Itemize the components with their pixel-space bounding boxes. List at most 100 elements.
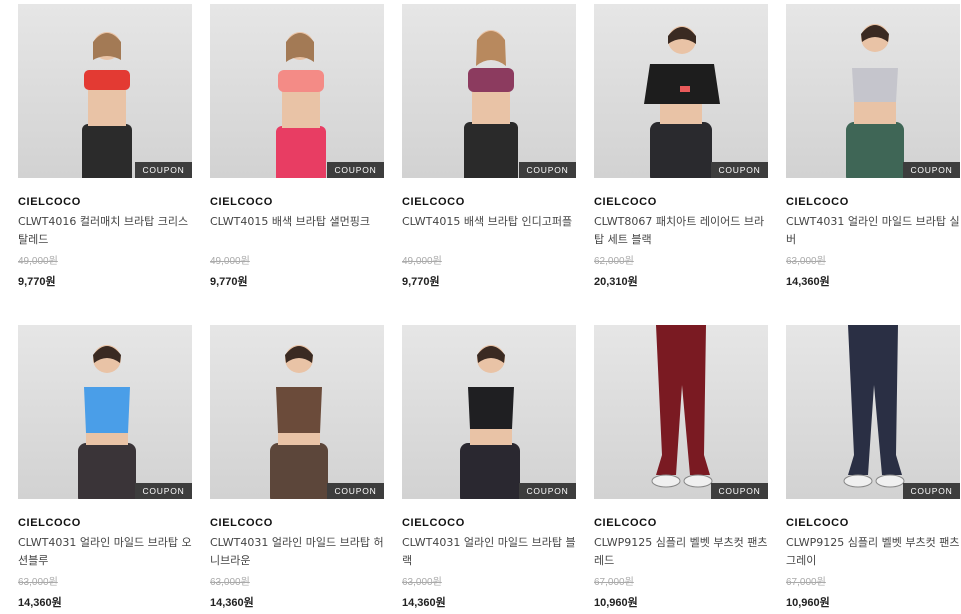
garment-top <box>468 68 514 92</box>
original-price: 63,000원 <box>402 577 442 588</box>
original-price: 49,000원 <box>18 256 58 267</box>
garment-bottom <box>464 122 518 178</box>
product-brand: CIELCOCO <box>210 196 273 208</box>
sale-price: 14,360원 <box>402 597 446 609</box>
garment-top <box>278 70 324 92</box>
original-price: 49,000원 <box>402 256 442 267</box>
torso <box>88 86 126 126</box>
product-brand: CIELCOCO <box>594 517 657 529</box>
coupon-badge: COUPON <box>135 483 192 499</box>
model-figure <box>78 345 136 499</box>
product-image[interactable]: COUPON <box>786 325 960 499</box>
sale-price: 9,770원 <box>210 276 248 288</box>
product-card[interactable]: COUPON CIELCOCO CLWT4031 얼라인 마일드 브라탑 실버 … <box>786 4 960 289</box>
sale-price: 9,770원 <box>18 276 56 288</box>
product-image[interactable]: COUPON <box>18 325 192 499</box>
garment-bottom <box>650 122 712 178</box>
model-figure <box>644 26 720 178</box>
sale-price: 14,360원 <box>18 597 62 609</box>
model-figure <box>460 345 520 499</box>
original-price: 67,000원 <box>594 577 634 588</box>
torso <box>660 104 702 124</box>
product-card[interactable]: COUPON CIELCOCO CLWP9125 심플리 벨벳 부츠컷 팬츠 그… <box>786 325 960 610</box>
sale-price: 10,960원 <box>594 597 638 609</box>
product-card[interactable]: COUPON CIELCOCO CLWT4015 배색 브라탑 샐먼핑크 49,… <box>210 4 384 289</box>
product-card[interactable]: COUPON CIELCOCO CLWT4031 얼라인 마일드 브라탑 허니브… <box>210 325 384 610</box>
garment-bottom <box>78 443 136 499</box>
product-card[interactable]: COUPON CIELCOCO CLWT4015 배색 브라탑 인디고퍼플 49… <box>402 4 576 289</box>
sale-price: 9,770원 <box>402 276 440 288</box>
product-image[interactable]: COUPON <box>402 325 576 499</box>
logo-patch <box>680 86 690 92</box>
product-image[interactable]: COUPON <box>786 4 960 178</box>
product-card[interactable]: COUPON CIELCOCO CLWT4031 얼라인 마일드 브라탑 오션블… <box>18 325 192 610</box>
product-brand: CIELCOCO <box>594 196 657 208</box>
product-brand: CIELCOCO <box>18 517 81 529</box>
product-grid: COUPON CIELCOCO CLWT4016 컬러매치 브라탑 크리스탈레드… <box>0 0 961 614</box>
model-figure <box>270 345 328 499</box>
coupon-badge: COUPON <box>327 162 384 178</box>
left-shoe <box>651 474 681 488</box>
garment-top <box>276 387 322 433</box>
sale-price: 10,960원 <box>786 597 830 609</box>
product-name[interactable]: CLWP9125 심플리 벨벳 부츠컷 팬츠 레드 <box>594 534 768 570</box>
product-card[interactable]: COUPON CIELCOCO CLWP9125 심플리 벨벳 부츠컷 팬츠 레… <box>594 325 768 610</box>
product-card[interactable]: COUPON CIELCOCO CLWT8067 패치아트 레이어드 브라탑 세… <box>594 4 768 289</box>
original-price: 63,000원 <box>210 577 250 588</box>
model-figure <box>464 30 518 178</box>
garment-bottom <box>82 124 132 178</box>
product-name[interactable]: CLWT4031 얼라인 마일드 브라탑 오션블루 <box>18 534 192 570</box>
product-name[interactable]: CLWT4016 컬러매치 브라탑 크리스탈레드 <box>18 213 192 249</box>
product-name[interactable]: CLWT8067 패치아트 레이어드 브라탑 세트 블랙 <box>594 213 768 249</box>
coupon-badge: COUPON <box>135 162 192 178</box>
hair <box>476 31 506 66</box>
garment-bottom <box>848 325 902 475</box>
product-name[interactable]: CLWT4031 얼라인 마일드 브라탑 블랙 <box>402 534 576 570</box>
product-name[interactable]: CLWT4031 얼라인 마일드 브라탑 실버 <box>786 213 960 249</box>
garment-top <box>852 68 898 102</box>
product-image[interactable]: COUPON <box>594 325 768 499</box>
right-shoe <box>683 474 713 488</box>
left-shoe <box>843 474 873 488</box>
product-brand: CIELCOCO <box>210 517 273 529</box>
original-price: 63,000원 <box>18 577 58 588</box>
sale-price: 20,310원 <box>594 276 638 288</box>
product-brand: CIELCOCO <box>402 517 465 529</box>
sale-price: 14,360원 <box>210 597 254 609</box>
product-card[interactable]: COUPON CIELCOCO CLWT4016 컬러매치 브라탑 크리스탈레드… <box>18 4 192 289</box>
coupon-badge: COUPON <box>711 162 768 178</box>
original-price: 62,000원 <box>594 256 634 267</box>
product-brand: CIELCOCO <box>786 517 849 529</box>
product-name[interactable]: CLWT4015 배색 브라탑 인디고퍼플 <box>402 213 576 249</box>
product-name[interactable]: CLWT4015 배색 브라탑 샐먼핑크 <box>210 213 384 249</box>
torso <box>472 88 510 124</box>
original-price: 63,000원 <box>786 256 826 267</box>
product-image[interactable]: COUPON <box>210 4 384 178</box>
garment-bottom <box>656 325 710 475</box>
garment-bottom <box>276 126 326 178</box>
torso <box>282 88 320 128</box>
garment-top <box>84 387 130 433</box>
right-shoe <box>875 474 905 488</box>
product-name[interactable]: CLWP9125 심플리 벨벳 부츠컷 팬츠 그레이 <box>786 534 960 570</box>
coupon-badge: COUPON <box>519 162 576 178</box>
model-figure <box>82 32 132 178</box>
model-figure <box>846 24 904 178</box>
product-card[interactable]: COUPON CIELCOCO CLWT4031 얼라인 마일드 브라탑 블랙 … <box>402 325 576 610</box>
product-brand: CIELCOCO <box>786 196 849 208</box>
garment-bottom <box>846 122 904 178</box>
sale-price: 14,360원 <box>786 276 830 288</box>
model-figure <box>843 325 905 488</box>
coupon-badge: COUPON <box>903 483 960 499</box>
product-name[interactable]: CLWT4031 얼라인 마일드 브라탑 허니브라운 <box>210 534 384 570</box>
original-price: 49,000원 <box>210 256 250 267</box>
product-image[interactable]: COUPON <box>18 4 192 178</box>
product-image[interactable]: COUPON <box>594 4 768 178</box>
product-brand: CIELCOCO <box>402 196 465 208</box>
garment-bottom <box>460 443 520 499</box>
original-price: 67,000원 <box>786 577 826 588</box>
product-image[interactable]: COUPON <box>402 4 576 178</box>
coupon-badge: COUPON <box>903 162 960 178</box>
product-image[interactable]: COUPON <box>210 325 384 499</box>
garment-top <box>468 387 514 429</box>
